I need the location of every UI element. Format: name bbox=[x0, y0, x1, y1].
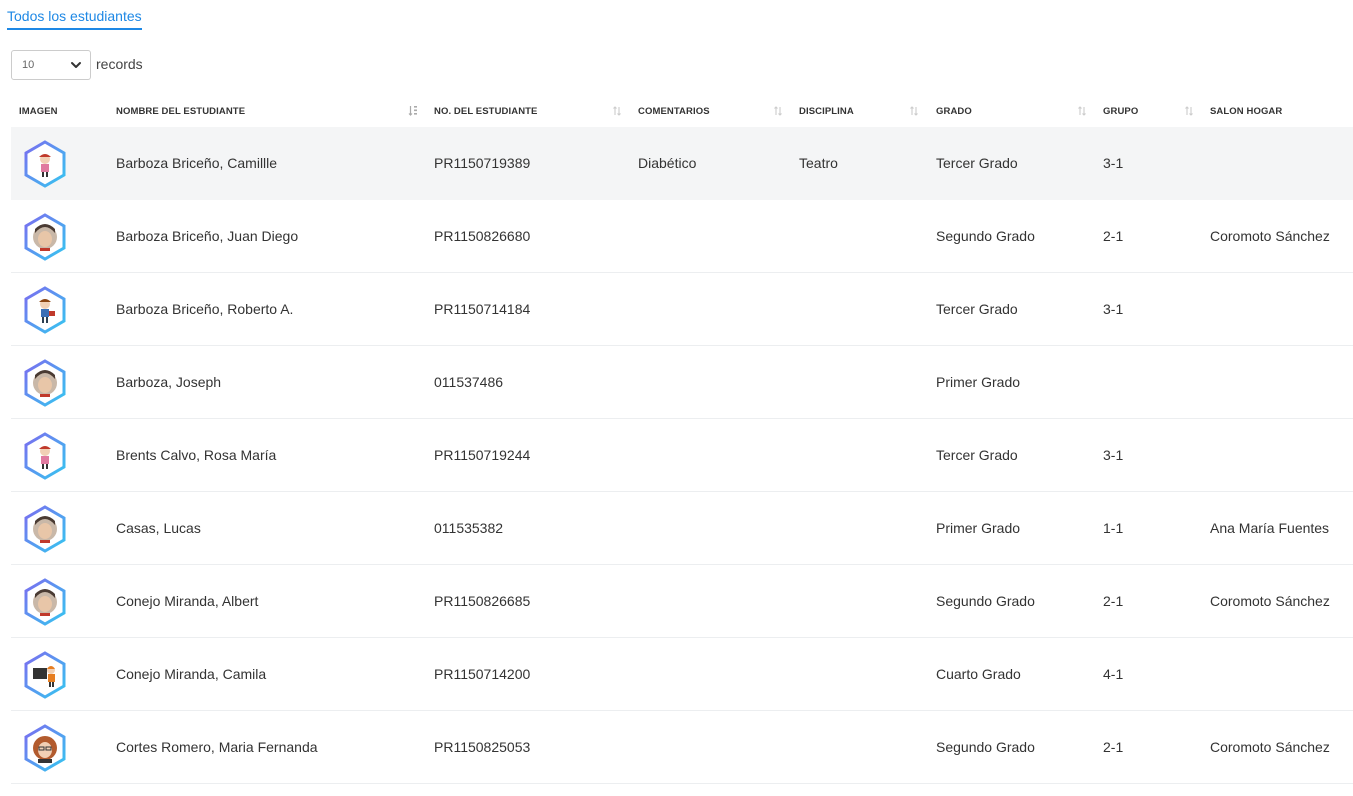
girl-blackboard-icon bbox=[24, 651, 66, 699]
table-row[interactable]: Cortes Romero, Maria Fernanda PR11508250… bbox=[11, 711, 1353, 784]
sort-icon[interactable] bbox=[612, 105, 622, 117]
student-number: PR1150719389 bbox=[434, 155, 531, 171]
girl-student-icon bbox=[24, 140, 66, 188]
student-group: 2-1 bbox=[1103, 228, 1124, 244]
tab-bar: Todos los estudiantes bbox=[7, 8, 142, 32]
student-name: Conejo Miranda, Camila bbox=[116, 666, 267, 682]
student-name: Casas, Lucas bbox=[116, 520, 201, 536]
student-grade: Segundo Grado bbox=[936, 593, 1035, 609]
page-size-select[interactable]: 10 bbox=[11, 50, 91, 80]
student-grade: Tercer Grado bbox=[936, 447, 1018, 463]
table-row[interactable]: Conejo Miranda, Camila PR1150714200 Cuar… bbox=[11, 638, 1353, 711]
student-number: 011537486 bbox=[434, 374, 504, 390]
student-grade: Segundo Grado bbox=[936, 228, 1035, 244]
table-row[interactable]: Conejo Miranda, Albert PR1150826685 Segu… bbox=[11, 565, 1353, 638]
man-face-icon bbox=[24, 505, 66, 553]
sort-icon[interactable] bbox=[773, 105, 783, 117]
student-homeroom: Coromoto Sánchez bbox=[1210, 228, 1330, 244]
student-number: 011535382 bbox=[434, 520, 504, 536]
student-name: Brents Calvo, Rosa María bbox=[116, 447, 277, 463]
student-name: Barboza Briceño, Juan Diego bbox=[116, 228, 299, 244]
chevron-down-icon bbox=[71, 62, 81, 68]
student-name: Cortes Romero, Maria Fernanda bbox=[116, 739, 318, 755]
table-row[interactable]: Barboza Briceño, Camillle PR1150719389 D… bbox=[11, 127, 1353, 200]
girl-student-icon bbox=[24, 432, 66, 480]
student-grade: Tercer Grado bbox=[936, 301, 1018, 317]
student-group: 3-1 bbox=[1103, 155, 1124, 171]
sort-icon[interactable] bbox=[1184, 105, 1194, 117]
sort-icon[interactable] bbox=[909, 105, 919, 117]
header-name[interactable]: NOMBRE DEL ESTUDIANTE bbox=[116, 96, 245, 127]
page-size-value: 10 bbox=[22, 59, 35, 71]
student-comments: Diabético bbox=[638, 155, 697, 171]
student-grade: Segundo Grado bbox=[936, 739, 1035, 755]
header-number[interactable]: NO. DEL ESTUDIANTE bbox=[434, 96, 538, 127]
student-group: 2-1 bbox=[1103, 593, 1124, 609]
table-body: Barboza Briceño, Camillle PR1150719389 D… bbox=[11, 127, 1353, 784]
table-row[interactable]: Barboza Briceño, Roberto A. PR1150714184… bbox=[11, 273, 1353, 346]
student-name: Barboza Briceño, Roberto A. bbox=[116, 301, 294, 317]
student-grade: Tercer Grado bbox=[936, 155, 1018, 171]
student-number: PR1150714184 bbox=[434, 301, 531, 317]
student-group: 1-1 bbox=[1103, 520, 1124, 536]
student-number: PR1150826685 bbox=[434, 593, 531, 609]
student-homeroom: Coromoto Sánchez bbox=[1210, 593, 1330, 609]
header-discipline[interactable]: DISCIPLINA bbox=[799, 96, 854, 127]
header-grade[interactable]: GRADO bbox=[936, 96, 972, 127]
student-homeroom: Coromoto Sánchez bbox=[1210, 739, 1330, 755]
student-name: Barboza, Joseph bbox=[116, 374, 222, 390]
student-number: PR1150826680 bbox=[434, 228, 531, 244]
man-face-icon bbox=[24, 359, 66, 407]
woman-face-icon bbox=[24, 724, 66, 772]
student-name: Barboza Briceño, Camillle bbox=[116, 155, 278, 171]
student-group: 4-1 bbox=[1103, 666, 1124, 682]
student-homeroom: Ana María Fuentes bbox=[1210, 520, 1330, 536]
student-group: 3-1 bbox=[1103, 301, 1124, 317]
header-homeroom[interactable]: SALON HOGAR bbox=[1210, 96, 1282, 127]
table-row[interactable]: Barboza Briceño, Juan Diego PR1150826680… bbox=[11, 200, 1353, 273]
table-row[interactable]: Casas, Lucas 011535382 Primer Grado 1-1 … bbox=[11, 492, 1353, 565]
student-discipline: Teatro bbox=[799, 155, 838, 171]
student-grade: Primer Grado bbox=[936, 520, 1021, 536]
man-face-icon bbox=[24, 213, 66, 261]
man-face-icon bbox=[24, 578, 66, 626]
header-image: IMAGEN bbox=[19, 106, 58, 117]
table-row[interactable]: Barboza, Joseph 011537486 Primer Grado bbox=[11, 346, 1353, 419]
tab-all-students[interactable]: Todos los estudiantes bbox=[7, 8, 142, 30]
page-size-control: 10 records bbox=[11, 50, 143, 80]
table-header: IMAGEN NOMBRE DEL ESTUDIANTE NO. DEL EST… bbox=[11, 96, 1353, 127]
student-number: PR1150825053 bbox=[434, 739, 531, 755]
sort-icon[interactable] bbox=[1077, 105, 1087, 117]
student-number: PR1150719244 bbox=[434, 447, 531, 463]
header-group[interactable]: GRUPO bbox=[1103, 96, 1138, 127]
boy-student-icon bbox=[24, 286, 66, 334]
student-group: 3-1 bbox=[1103, 447, 1124, 463]
table-row[interactable]: Brents Calvo, Rosa María PR1150719244 Te… bbox=[11, 419, 1353, 492]
student-number: PR1150714200 bbox=[434, 666, 531, 682]
sort-asc-icon[interactable] bbox=[408, 105, 418, 117]
student-group: 2-1 bbox=[1103, 739, 1124, 755]
student-grade: Primer Grado bbox=[936, 374, 1021, 390]
student-grade: Cuarto Grado bbox=[936, 666, 1021, 682]
student-name: Conejo Miranda, Albert bbox=[116, 593, 259, 609]
records-label: records bbox=[96, 56, 143, 72]
students-table: IMAGEN NOMBRE DEL ESTUDIANTE NO. DEL EST… bbox=[11, 96, 1353, 784]
header-comments[interactable]: COMENTARIOS bbox=[638, 96, 710, 127]
